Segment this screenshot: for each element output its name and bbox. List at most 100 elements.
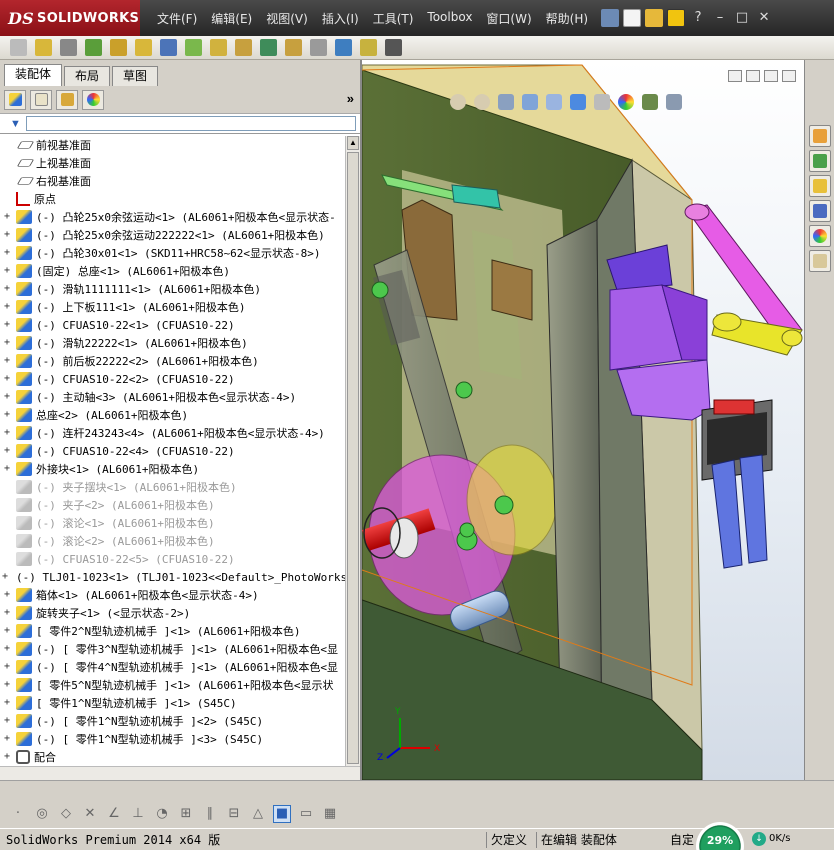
point-icon[interactable]: · bbox=[9, 805, 27, 823]
scroll-thumb[interactable] bbox=[347, 152, 359, 764]
tree-item[interactable]: + (-) 凸轮25x0余弦运动222222<1> (AL6061+阳极本色) bbox=[0, 226, 345, 244]
expand-toggle-icon[interactable]: + bbox=[2, 446, 12, 456]
tree-horizontal-scrollbar[interactable] bbox=[0, 766, 360, 780]
maximize-button[interactable]: □ bbox=[733, 9, 751, 27]
menu-toolbox[interactable]: Toolbox bbox=[420, 10, 479, 27]
expand-toggle-icon[interactable]: + bbox=[2, 626, 12, 636]
view-settings-icon[interactable] bbox=[666, 94, 682, 110]
expand-toggle-icon[interactable]: + bbox=[2, 608, 12, 618]
tab-assembly[interactable]: 装配体 bbox=[4, 64, 63, 86]
task-pane-custom-properties[interactable] bbox=[809, 250, 831, 272]
tree-item[interactable]: + (-) 前后板22222<2> (AL6061+阳极本色) bbox=[0, 352, 345, 370]
expand-toggle-icon[interactable]: + bbox=[2, 356, 12, 366]
tab-layout[interactable]: 布局 bbox=[64, 66, 111, 86]
filter-icon[interactable]: ▼ bbox=[10, 118, 21, 130]
menu-view[interactable]: 视图(V) bbox=[259, 10, 315, 27]
gripper-finger-right[interactable] bbox=[739, 454, 768, 564]
intersection-icon[interactable]: ✕ bbox=[81, 805, 99, 823]
snap-grid-icon[interactable]: ⊞ bbox=[177, 805, 195, 823]
viewport-restore-icon[interactable] bbox=[728, 70, 742, 82]
horizontal-icon[interactable]: ⊟ bbox=[225, 805, 243, 823]
expand-toggle-icon[interactable]: + bbox=[2, 284, 12, 294]
apply-scene-icon[interactable] bbox=[642, 94, 658, 110]
pin-icon[interactable] bbox=[601, 9, 620, 27]
filter-input[interactable] bbox=[26, 116, 356, 131]
view-orientation-icon[interactable] bbox=[546, 94, 562, 110]
tree-item[interactable]: + (-) CFUAS10-22<2> (CFUAS10-22) bbox=[0, 370, 345, 388]
new-document-icon[interactable] bbox=[623, 9, 642, 27]
expand-toggle-icon[interactable]: + bbox=[2, 680, 12, 690]
mate-icon[interactable] bbox=[60, 39, 77, 56]
expand-toggle-icon[interactable]: + bbox=[2, 302, 12, 312]
expand-toggle-icon[interactable]: + bbox=[2, 248, 12, 258]
tree-item[interactable]: + (-) [ 零件1^N型轨迹机械手 ]<2> (S45C) bbox=[0, 712, 345, 730]
previous-view-icon[interactable] bbox=[498, 94, 514, 110]
assembly-features-icon[interactable] bbox=[185, 39, 202, 56]
midpoint-icon[interactable]: ◇ bbox=[57, 805, 75, 823]
instant3d-icon[interactable] bbox=[385, 39, 402, 56]
tree-item[interactable]: + (固定) 总座<1> (AL6061+阳极本色) bbox=[0, 262, 345, 280]
zoom-to-fit-icon[interactable] bbox=[450, 94, 466, 110]
tree-item[interactable]: 原点 bbox=[0, 190, 345, 208]
solidworks-logo[interactable]: DS SOLIDWORKS bbox=[0, 0, 140, 36]
angle-icon[interactable]: △ bbox=[249, 805, 267, 823]
tree-item[interactable]: 右视基准面 bbox=[0, 172, 345, 190]
gripper-finger-left[interactable] bbox=[711, 459, 743, 569]
tree-item[interactable]: + 总座<2> (AL6061+阳极本色) bbox=[0, 406, 345, 424]
property-manager-tab[interactable] bbox=[30, 89, 52, 110]
status-custom[interactable]: 自定 bbox=[670, 832, 694, 848]
hide-show-icon[interactable] bbox=[594, 94, 610, 110]
interference-icon[interactable] bbox=[335, 39, 352, 56]
expand-toggle-icon[interactable]: + bbox=[2, 374, 12, 384]
warning-icon[interactable] bbox=[667, 9, 686, 27]
display-style-icon[interactable] bbox=[570, 94, 586, 110]
quadrant-icon[interactable]: ◔ bbox=[153, 805, 171, 823]
tree-item[interactable]: + 箱体<1> (AL6061+阳极本色<显示状态-4>) bbox=[0, 586, 345, 604]
tree-item[interactable]: + 旋转夹子<1> (<显示状态-2>) bbox=[0, 604, 345, 622]
tree-item[interactable]: + (-) 主动轴<3> (AL6061+阳极本色<显示状态-4>) bbox=[0, 388, 345, 406]
menu-edit[interactable]: 编辑(E) bbox=[204, 10, 259, 27]
reference-geometry-icon[interactable] bbox=[210, 39, 227, 56]
tree-item[interactable]: (-) 滚论<2> (AL6061+阳极本色) bbox=[0, 532, 345, 550]
insert-component-icon[interactable] bbox=[10, 39, 27, 56]
tree-item[interactable]: + (-) 上下板111<1> (AL6061+阳极本色) bbox=[0, 298, 345, 316]
expand-toggle-icon[interactable]: + bbox=[2, 590, 12, 600]
parallel-icon[interactable]: ∥ bbox=[201, 805, 219, 823]
menu-tools[interactable]: 工具(T) bbox=[366, 10, 421, 27]
expand-toggle-icon[interactable]: + bbox=[2, 662, 12, 672]
tree-item[interactable]: + 外接块<1> (AL6061+阳极本色) bbox=[0, 460, 345, 478]
task-pane-home[interactable] bbox=[809, 125, 831, 147]
linear-pattern-icon[interactable] bbox=[85, 39, 102, 56]
explode-line-icon[interactable] bbox=[310, 39, 327, 56]
tree-item[interactable]: + (-) 滑轨1111111<1> (AL6061+阳极本色) bbox=[0, 280, 345, 298]
tree-item[interactable]: + (-) 连杆243243<4> (AL6061+阳极本色<显示状态-4>) bbox=[0, 424, 345, 442]
smart-fasteners-icon[interactable] bbox=[110, 39, 127, 56]
expand-toggle-icon[interactable]: + bbox=[2, 644, 12, 654]
close-button[interactable]: ✕ bbox=[755, 9, 773, 27]
graphics-area[interactable]: X Y Z bbox=[362, 60, 804, 780]
expand-toggle-icon[interactable]: + bbox=[2, 266, 12, 276]
viewport-tile-icon[interactable] bbox=[746, 70, 760, 82]
edit-appearance-icon[interactable] bbox=[618, 94, 634, 110]
tree-item[interactable]: + (-) CFUAS10-22<4> (CFUAS10-22) bbox=[0, 442, 345, 460]
help-button[interactable]: ? bbox=[689, 9, 707, 27]
tree-item[interactable]: + (-) 凸轮30x01<1> (SKD11+HRC58~62<显示状态-8>) bbox=[0, 244, 345, 262]
tree-item[interactable]: + (-) 滑轨22222<1> (AL6061+阳极本色) bbox=[0, 334, 345, 352]
tree-item[interactable]: + (-) 凸轮25x0余弦运动<1> (AL6061+阳极本色<显示状态- bbox=[0, 208, 345, 226]
expand-toggle-icon[interactable]: + bbox=[2, 230, 12, 240]
tree-item[interactable]: + (-) [ 零件4^N型轨迹机械手 ]<1> (AL6061+阳极本色<显 bbox=[0, 658, 345, 676]
tree-item[interactable]: + [ 零件5^N型轨迹机械手 ]<1> (AL6061+阳极本色<显示状 bbox=[0, 676, 345, 694]
task-pane-view-palette[interactable] bbox=[809, 200, 831, 222]
tree-item[interactable]: + (-) [ 零件3^N型轨迹机械手 ]<1> (AL6061+阳极本色<显 bbox=[0, 640, 345, 658]
menu-file[interactable]: 文件(F) bbox=[150, 10, 204, 27]
tree-item[interactable]: + (-) TLJ01-1023<1> (TLJ01-1023<<Default>… bbox=[0, 568, 345, 586]
task-pane-appearances[interactable] bbox=[809, 225, 831, 247]
expand-toggle-icon[interactable]: + bbox=[2, 716, 12, 726]
show-hidden-icon[interactable] bbox=[160, 39, 177, 56]
new-motion-study-icon[interactable] bbox=[235, 39, 252, 56]
task-pane-file-explorer[interactable] bbox=[809, 175, 831, 197]
tree-item[interactable]: (-) 夹子<2> (AL6061+阳极本色) bbox=[0, 496, 345, 514]
tree-item[interactable]: 上视基准面 bbox=[0, 154, 345, 172]
tree-item[interactable]: + (-) [ 零件1^N型轨迹机械手 ]<3> (S45C) bbox=[0, 730, 345, 748]
tree-item[interactable]: + [ 零件2^N型轨迹机械手 ]<1> (AL6061+阳极本色) bbox=[0, 622, 345, 640]
